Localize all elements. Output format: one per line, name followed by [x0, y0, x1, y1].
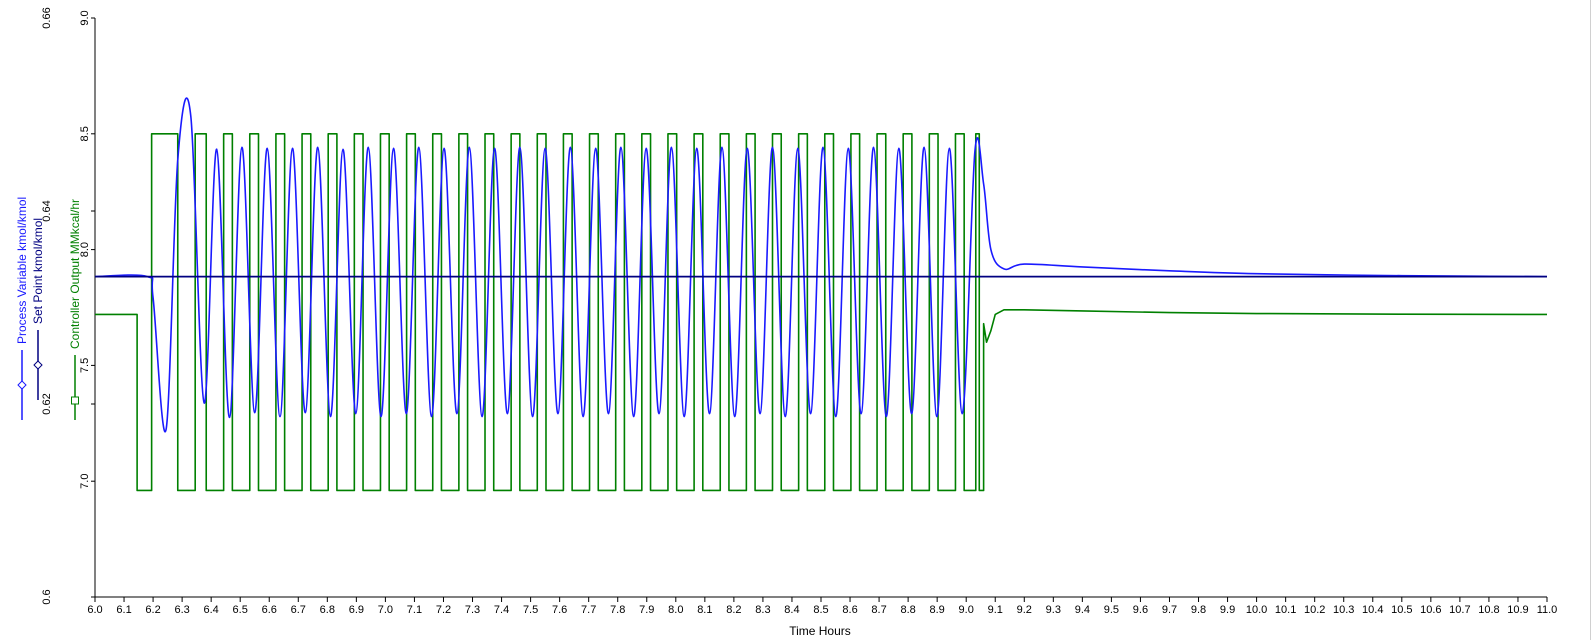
x-tick-label: 7.4	[494, 604, 509, 616]
x-tick-label: 10.6	[1420, 604, 1441, 616]
chart-svg: 6.0 6.1 6.2 6.3 6.4 6.5 6.6 6.7 6.8 6.9 7.0 7.1 7.2 7…	[0, 0, 1591, 640]
x-tick-label: 8.1	[697, 604, 712, 616]
x-tick-label: 7.6	[552, 604, 567, 616]
x-tick-label: 9.9	[1220, 604, 1235, 616]
x-tick-label: 9.5	[1104, 604, 1119, 616]
right-y-tick-label: 8.5	[79, 126, 91, 141]
left-y-tick-label: 0.62	[41, 393, 53, 414]
x-tick-label: 9.8	[1191, 604, 1206, 616]
legend-process-variable-label: Process Variable kmol/kmol	[15, 197, 29, 344]
x-tick-label: 7.2	[436, 604, 451, 616]
chart: 6.0 6.1 6.2 6.3 6.4 6.5 6.6 6.7 6.8 6.9 7.0 7.1 7.2 7…	[0, 0, 1591, 640]
x-tick-label: 6.8	[320, 604, 335, 616]
x-tick-label: 9.4	[1075, 604, 1090, 616]
x-tick-label: 10.3	[1333, 604, 1354, 616]
x-tick-label: 10.2	[1304, 604, 1325, 616]
x-tick-label: 10.8	[1478, 604, 1499, 616]
x-tick-label: 7.5	[523, 604, 538, 616]
x-tick-label: 10.1	[1275, 604, 1296, 616]
x-tick-label: 10.7	[1449, 604, 1470, 616]
x-tick-label: 11.0	[1537, 604, 1558, 616]
x-tick-label: 7.0	[378, 604, 393, 616]
right-y-tick-label: 7.0	[79, 474, 91, 489]
x-tick-label: 6.5	[233, 604, 248, 616]
x-tick-label: 7.9	[639, 604, 654, 616]
x-tick-label: 6.2	[145, 604, 160, 616]
x-tick-label: 8.0	[668, 604, 683, 616]
x-tick-label: 10.5	[1391, 604, 1412, 616]
x-tick-label: 10.0	[1246, 604, 1267, 616]
x-tick-label: 8.2	[726, 604, 741, 616]
left-y-tick-label: 0.6	[41, 589, 53, 604]
right-y-tick-label: 7.5	[79, 358, 91, 373]
x-tick-label: 6.3	[174, 604, 189, 616]
x-tick-label: 6.9	[349, 604, 364, 616]
x-tick-label: 9.1	[988, 604, 1003, 616]
x-tick-label: 7.3	[465, 604, 480, 616]
x-tick-label: 8.7	[871, 604, 886, 616]
x-tick-label: 6.0	[87, 604, 102, 616]
x-tick-label: 9.6	[1133, 604, 1148, 616]
x-tick-label: 9.2	[1017, 604, 1032, 616]
x-tick-label: 8.8	[900, 604, 915, 616]
legend-controller-output-label: Controller Output MMkcal/hr	[68, 199, 82, 349]
x-axis-title: Time Hours	[789, 624, 851, 638]
x-tick-label: 8.3	[755, 604, 770, 616]
x-tick-label: 9.3	[1046, 604, 1061, 616]
x-tick-label: 7.8	[610, 604, 625, 616]
x-tick-label: 9.0	[959, 604, 974, 616]
x-tick-label: 8.4	[784, 604, 799, 616]
x-tick-label: 6.6	[262, 604, 277, 616]
x-tick-label: 6.7	[291, 604, 306, 616]
x-tick-label: 8.5	[813, 604, 828, 616]
legend-controller-output-square-marker	[71, 396, 79, 405]
left-y-tick-label: 0.66	[41, 7, 53, 28]
x-tick-label: 8.9	[930, 604, 945, 616]
x-tick-label: 10.9	[1507, 604, 1528, 616]
x-tick-label: 8.6	[842, 604, 857, 616]
x-tick-label: 10.4	[1362, 604, 1383, 616]
right-y-tick-label: 9.0	[79, 10, 91, 25]
chart-background	[0, 0, 1591, 640]
x-tick-label: 6.4	[204, 604, 219, 616]
x-tick-label: 6.1	[116, 604, 131, 616]
x-tick-label: 9.7	[1162, 604, 1177, 616]
x-tick-label: 7.7	[581, 604, 596, 616]
x-tick-label: 7.1	[407, 604, 422, 616]
legend-set-point-label: Set Point kmol/kmol	[31, 218, 45, 324]
